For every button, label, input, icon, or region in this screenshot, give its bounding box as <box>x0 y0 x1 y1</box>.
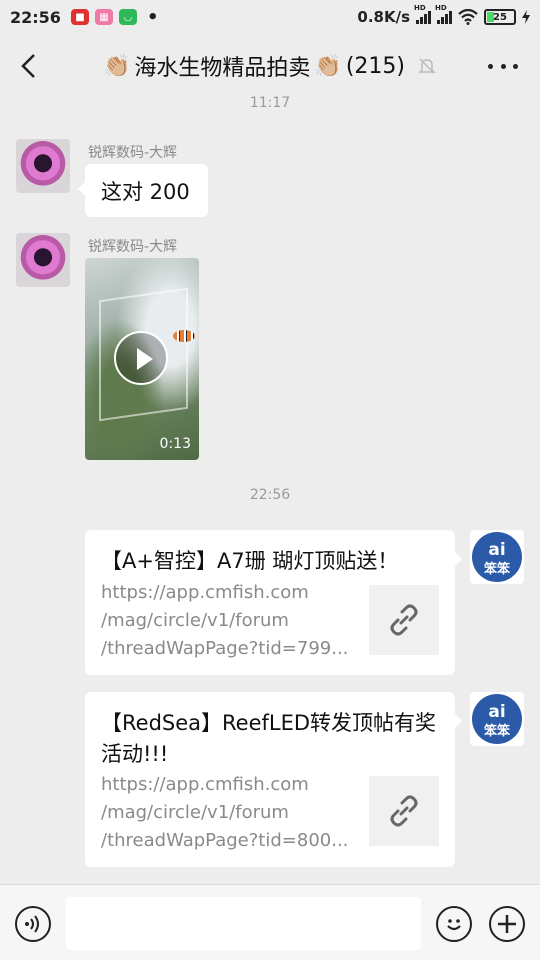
hd-label-2: HD <box>435 4 447 12</box>
mute-bell-icon <box>418 58 436 74</box>
plus-button[interactable] <box>489 906 525 942</box>
url-line: /mag/circle/v1/forum <box>101 802 289 823</box>
message-text: 这对 200 <box>101 179 190 204</box>
hd-label: HD <box>414 4 426 12</box>
sender-name: 锐辉数码-大辉 <box>88 145 178 161</box>
link-card[interactable]: 【RedSea】ReefLED转发顶帖有奖活动!!! https://app.c… <box>85 692 462 867</box>
more-icon <box>488 63 493 69</box>
ai-logo-icon: ai 笨笨 <box>472 532 522 582</box>
link-title: 【A+智控】A7珊 瑚灯顶贴送！ <box>101 549 399 573</box>
app-grid-icon: ▦ <box>94 9 113 25</box>
clap-emoji-right: 👏🏼 <box>314 53 342 79</box>
ai-logo-icon: ai 笨笨 <box>472 694 522 744</box>
link-card[interactable]: 【A+智控】A7珊 瑚灯顶贴送！ https://app.cmfish.com … <box>85 530 462 675</box>
url-line: /mag/circle/v1/forum <box>101 610 289 631</box>
url-line: /threadWapPage?tid=800... <box>101 830 349 851</box>
sender-name: 锐辉数码-大辉 <box>88 239 178 255</box>
message-bubble[interactable]: 这对 200 <box>78 164 208 217</box>
link-url: https://app.cmfish.com /mag/circle/v1/fo… <box>101 579 356 663</box>
url-line: /threadWapPage?tid=799... <box>101 638 349 659</box>
clownfish-image <box>173 330 195 342</box>
back-button[interactable] <box>16 52 40 80</box>
news-app-icon: ■ <box>70 9 89 25</box>
url-line: https://app.cmfish.com <box>101 774 309 795</box>
video-message[interactable]: 0:13 <box>85 258 199 460</box>
signal-icon-2: HD <box>435 4 452 24</box>
bot-avatar[interactable]: ai 笨笨 <box>470 692 524 746</box>
battery-icon: 25 <box>484 9 516 25</box>
timestamp: 11:17 <box>249 95 291 111</box>
ai-logo-bottom: 笨笨 <box>484 561 511 577</box>
status-bar: 22:56 ■ ▦ ◡ • 0.8K/s HD HD 25 <box>0 0 540 34</box>
wifi-icon <box>458 9 478 25</box>
input-bar <box>0 884 540 960</box>
battery-level: 25 <box>493 11 507 23</box>
sender-avatar[interactable] <box>16 139 70 193</box>
chat-title: 👏🏼 海水生物精品拍卖 👏🏼 (215) <box>103 50 437 82</box>
link-title: 【RedSea】ReefLED转发顶帖有奖活动!!! <box>101 711 437 766</box>
timestamp: 22:56 <box>249 487 291 503</box>
ai-logo-bottom: 笨笨 <box>484 723 511 739</box>
more-button[interactable] <box>488 54 518 78</box>
emoji-button[interactable] <box>436 906 472 942</box>
plus-icon <box>498 915 516 933</box>
link-icon <box>390 604 418 636</box>
signal-icon: HD <box>414 4 431 24</box>
ai-logo-top: ai <box>488 702 505 722</box>
voice-icon <box>25 915 39 933</box>
back-icon <box>21 54 35 78</box>
clap-emoji-left: 👏🏼 <box>103 53 131 79</box>
sender-avatar[interactable] <box>16 233 70 287</box>
link-url: https://app.cmfish.com /mag/circle/v1/fo… <box>101 771 356 855</box>
message-input[interactable] <box>66 897 421 950</box>
url-line: https://app.cmfish.com <box>101 582 309 603</box>
video-duration: 0:13 <box>159 436 191 452</box>
link-thumbnail <box>369 776 439 846</box>
emoji-icon <box>447 919 461 931</box>
notification-dot: • <box>146 6 159 28</box>
group-name: 海水生物精品拍卖 <box>134 56 311 81</box>
net-speed: 0.8K/s <box>357 8 410 26</box>
status-time: 22:56 <box>10 7 61 27</box>
charging-icon <box>522 10 530 24</box>
voice-button[interactable] <box>15 906 51 942</box>
play-icon[interactable] <box>114 331 168 385</box>
ai-logo-top: ai <box>488 540 505 560</box>
link-thumbnail <box>369 585 439 655</box>
chat-header: 👏🏼 海水生物精品拍卖 👏🏼 (215) <box>0 34 540 98</box>
bot-avatar[interactable]: ai 笨笨 <box>470 530 524 584</box>
shield-app-icon: ◡ <box>118 9 137 25</box>
link-icon <box>390 795 418 827</box>
member-count: (215) <box>345 53 405 79</box>
